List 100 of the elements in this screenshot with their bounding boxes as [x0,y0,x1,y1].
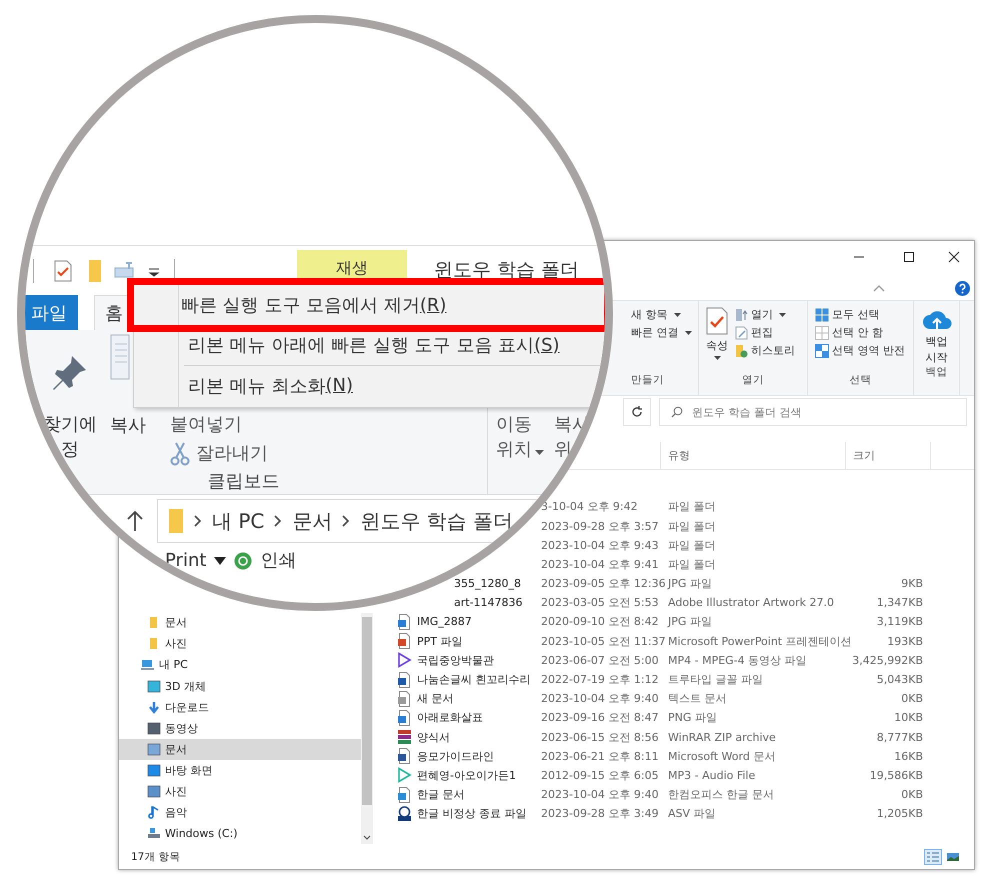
ribbon-button[interactable]: 히스토리 [735,343,795,358]
properties-icon[interactable] [54,260,72,282]
date-cell: 2023-03-05 오전 5:53 [541,596,659,610]
type-cell: 파일 폴더 [668,538,716,552]
ribbon-tab[interactable]: 파일 [25,295,78,330]
nav-item[interactable]: 다운로드 [119,696,215,718]
nav-item[interactable]: 3D 개체 [119,676,212,697]
group-label: 만들기 [630,372,665,388]
type-cell: JPG 파일 [668,577,712,590]
pin-button[interactable]: 찾기에 정 [25,330,110,467]
date-cell: 2023-06-07 오전 5:00 [541,654,659,667]
size-cell: 1,347KB [876,596,923,610]
breadcrumb-item[interactable]: 문서 [292,508,332,534]
file-name[interactable]: art-1147836 [454,596,523,610]
nav-item[interactable]: 음악 [119,802,193,824]
file-name[interactable]: PPT 파일 [417,634,462,649]
file-name[interactable]: 응모가이드라인 [417,748,494,764]
chevron-icon [342,515,350,527]
drive-icon [147,827,161,840]
menu-item[interactable]: 리본 메뉴 최소화(N) [184,365,604,405]
grid-icon [815,308,829,322]
menu-item[interactable]: 빠른 실행 도구 모음에서 제거(R) [127,278,605,332]
size-cell: 16KB [894,750,923,763]
collapse-ribbon-icon[interactable] [873,284,885,292]
file-name[interactable]: 한글 문서 [417,787,464,802]
group-label: 선택 [848,372,872,388]
chevron-icon [274,515,282,527]
breadcrumb-item[interactable]: 윈도우 학습 폴더 [360,508,514,534]
date-cell: 2023-09-16 오전 8:47 [541,711,659,724]
nav-item[interactable]: 사진 [119,781,193,802]
type-cell: MP4 - MPEG-4 동영상 파일 [668,654,807,667]
file-name[interactable]: 양식서 [417,730,450,745]
refresh-button[interactable] [623,398,651,426]
size-cell: 193KB [887,634,923,648]
group-label: 열기 [741,372,765,388]
date-cell: 2023-09-28 오후 3:57 [541,520,659,533]
nav-item[interactable]: Print [165,550,206,572]
type-cell: Microsoft PowerPoint 프레젠테이션 [668,634,852,648]
date-cell: 2020-09-10 오전 8:42 [541,615,659,628]
date-cell: 2023-10-05 오전 11:37 [541,634,666,648]
search-field[interactable]: 윈도우 학습 폴더 검색 [659,398,967,426]
file-name[interactable]: 355_1280_8 [454,577,521,590]
file-name[interactable]: 편혜영-아오이가든1 [417,768,516,783]
paste-button[interactable]: 붙여넣기 [170,412,242,437]
ribbon-button[interactable]: 모두 선택 [815,307,913,322]
size-cell: 5,043KB [876,673,923,686]
backup-button[interactable]: 백업 시작 [914,301,959,366]
file-name[interactable]: 나눔손글씨 흰꼬리수리 [417,672,530,688]
date-cell: 3-10-04 오후 9:42 [541,500,638,514]
type-cell: ASV 파일 [668,807,716,820]
file-name[interactable]: IMG_2887 [417,615,472,628]
nav-item[interactable]: Windows (C:) [119,823,244,844]
ribbon-button[interactable]: 빠른 연결 [631,325,698,340]
file-name[interactable]: 새 문서 [417,691,454,706]
close-icon [948,251,960,263]
nav-item[interactable]: 바탕 화면 [119,760,218,781]
type-cell: Microsoft Word 문서 [668,750,776,763]
dropdown-icon[interactable] [214,557,226,565]
ribbon-button[interactable]: 편집 [735,325,795,340]
ribbon-button[interactable]: 새 항목 [631,307,698,322]
slides-file-icon [397,633,412,650]
cut-button[interactable]: 잘라내기 [170,441,268,466]
file-name[interactable]: 한글 비정상 종료 파일 [417,806,526,822]
column-header[interactable]: 유형 [661,442,846,470]
toolbar-icon[interactable] [114,262,136,280]
size-cell: 8,777KB [876,730,923,744]
nav-item[interactable]: 동영상 [119,718,204,739]
size-cell: 10KB [894,711,923,724]
scissors-icon [170,442,190,466]
ribbon-button[interactable]: 선택 영역 반전 [815,343,913,358]
file-name[interactable]: 국립중앙박물관 [417,652,494,668]
play-icon [397,652,412,668]
type-cell: 파일 폴더 [668,558,716,571]
date-cell: 2023-09-28 오후 3:49 [541,807,659,820]
column-header[interactable]: 크기 [846,442,931,470]
date-cell: 2012-09-15 오후 6:05 [541,768,659,782]
nav-item[interactable]: 내 PC [119,654,194,676]
properties-button[interactable]: 속성 [705,307,729,373]
nav-item[interactable]: 문서 [119,612,193,634]
date-cell: 2023-06-21 오후 8:11 [541,750,659,763]
scrollbar[interactable] [361,613,373,844]
organize-button[interactable]: 이동 위치 [496,412,544,494]
group-label: 백업 [924,365,948,380]
ribbon-button[interactable]: 열기 [735,307,795,322]
nav-item-action[interactable]: 인쇄 [260,550,296,572]
breadcrumb-item[interactable]: 내 PC [212,508,264,534]
ribbon-button[interactable]: 선택 안 함 [815,325,913,340]
nav-item[interactable]: 사진 [119,633,193,654]
size-cell: 3,425,992KB [852,654,923,667]
history-icon [735,344,748,358]
nav-item[interactable]: 문서 [119,738,361,760]
word-document-icon [397,748,412,764]
up-arrow-icon[interactable] [126,510,144,532]
date-cell: 2023-06-15 오전 8:56 [541,730,659,744]
chevron-down-icon[interactable] [363,835,371,840]
size-cell: 1,205KB [876,807,923,820]
file-name[interactable]: 아래로화살표 [417,710,483,726]
date-cell: 2022-07-19 오후 1:12 [541,673,659,686]
help-icon[interactable] [955,280,970,296]
details-view-button[interactable] [924,848,942,865]
